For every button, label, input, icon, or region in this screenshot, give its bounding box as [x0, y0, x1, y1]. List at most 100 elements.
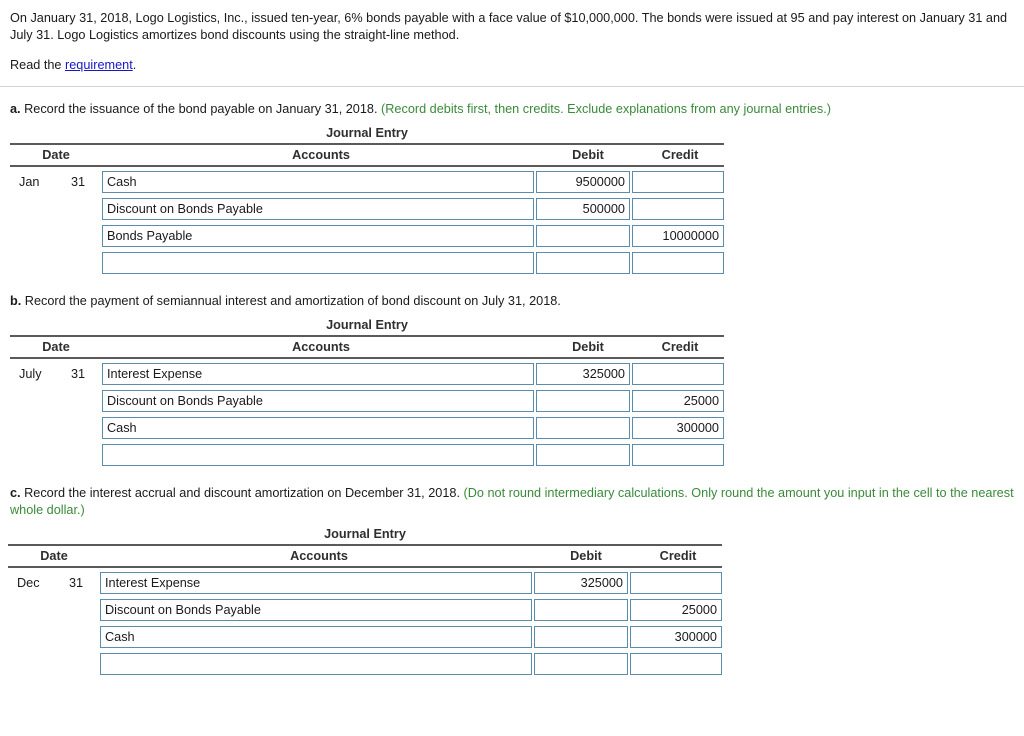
credit-input[interactable]	[630, 598, 722, 621]
credit-input[interactable]	[632, 362, 724, 385]
date-cell: Dec 31	[8, 576, 100, 590]
table-body: Dec 31	[8, 568, 722, 675]
section-prompt-text: Record the issuance of the bond payable …	[20, 101, 382, 116]
table-row	[10, 416, 724, 439]
section-label: a.	[10, 101, 21, 116]
table-row	[10, 251, 724, 274]
column-header-credit: Credit	[661, 339, 699, 354]
table-row	[8, 625, 722, 648]
journal-section-a: a. Record the issuance of the bond payab…	[0, 87, 1024, 274]
debit-input[interactable]	[536, 389, 630, 412]
debit-input[interactable]	[536, 251, 630, 274]
credit-input[interactable]	[630, 571, 722, 594]
column-header-debit: Debit	[570, 548, 602, 563]
credit-input[interactable]	[632, 224, 724, 247]
worksheet-page: On January 31, 2018, Logo Logistics, Inc…	[0, 0, 1024, 675]
account-input[interactable]	[100, 571, 532, 594]
section-prompt: a. Record the issuance of the bond payab…	[10, 87, 1014, 118]
table-body: Jan 31	[10, 167, 724, 274]
column-header-debit: Debit	[572, 147, 604, 162]
column-header-debit: Debit	[572, 339, 604, 354]
date-day: 31	[70, 174, 86, 189]
section-label: b.	[10, 293, 22, 308]
credit-input[interactable]	[632, 443, 724, 466]
journal-entry-title: Journal Entry	[326, 317, 408, 332]
credit-input[interactable]	[632, 197, 724, 220]
column-header-accounts: Accounts	[292, 339, 350, 354]
journal-entry-title: Journal Entry	[326, 125, 408, 140]
section-prompt: b. Record the payment of semiannual inte…	[10, 279, 1014, 310]
table-row	[10, 389, 724, 412]
journal-entry-table: Journal Entry Date Accounts Debit Credit Dec 3…	[8, 527, 722, 675]
table-row	[8, 598, 722, 621]
debit-input[interactable]	[536, 197, 630, 220]
column-header-credit: Credit	[661, 147, 699, 162]
journal-section-b: b. Record the payment of semiannual inte…	[0, 279, 1024, 466]
date-cell: July 31	[10, 367, 102, 381]
debit-input[interactable]	[534, 598, 628, 621]
credit-input[interactable]	[632, 251, 724, 274]
debit-input[interactable]	[534, 652, 628, 675]
date-month: Jan	[19, 174, 40, 189]
account-input[interactable]	[100, 625, 532, 648]
credit-input[interactable]	[630, 625, 722, 648]
account-input[interactable]	[102, 197, 534, 220]
column-header-date: Date	[40, 548, 68, 563]
section-prompt-text: Record the interest accrual and discount…	[20, 485, 464, 500]
section-label: c.	[10, 485, 21, 500]
debit-input[interactable]	[536, 443, 630, 466]
column-header-credit: Credit	[659, 548, 697, 563]
account-input[interactable]	[102, 224, 534, 247]
account-input[interactable]	[102, 251, 534, 274]
section-prompt: c. Record the interest accrual and disco…	[10, 471, 1014, 519]
debit-input[interactable]	[536, 170, 630, 193]
date-month: Dec	[17, 575, 40, 590]
debit-input[interactable]	[536, 416, 630, 439]
account-input[interactable]	[102, 362, 534, 385]
debit-input[interactable]	[536, 362, 630, 385]
credit-input[interactable]	[632, 416, 724, 439]
journal-section-c: c. Record the interest accrual and disco…	[0, 471, 1024, 675]
table-row: Dec 31	[8, 571, 722, 594]
problem-statement: On January 31, 2018, Logo Logistics, Inc…	[0, 0, 1024, 74]
account-input[interactable]	[100, 598, 532, 621]
column-header-accounts: Accounts	[290, 548, 348, 563]
journal-entry-table: Journal Entry Date Accounts Debit Credit July…	[10, 318, 724, 466]
table-header-row: Date Accounts Debit Credit	[8, 546, 722, 566]
sections-container: a. Record the issuance of the bond payab…	[0, 87, 1024, 675]
column-header-accounts: Accounts	[292, 147, 350, 162]
date-day: 31	[70, 366, 86, 381]
account-input[interactable]	[102, 389, 534, 412]
credit-input[interactable]	[630, 652, 722, 675]
column-header-date: Date	[42, 147, 70, 162]
account-input[interactable]	[102, 443, 534, 466]
date-month: July	[19, 366, 42, 381]
account-input[interactable]	[102, 170, 534, 193]
date-cell: Jan 31	[10, 175, 102, 189]
table-row	[10, 224, 724, 247]
journal-entry-table: Journal Entry Date Accounts Debit Credit Jan 3…	[10, 126, 724, 274]
table-body: July 31	[10, 359, 724, 466]
read-requirement-line: Read the requirement.	[10, 57, 1010, 74]
table-header-row: Date Accounts Debit Credit	[10, 337, 724, 357]
column-header-date: Date	[42, 339, 70, 354]
date-day: 31	[68, 575, 84, 590]
table-row	[10, 197, 724, 220]
table-row: July 31	[10, 362, 724, 385]
read-suffix: .	[132, 58, 137, 72]
table-row: Jan 31	[10, 170, 724, 193]
section-hint-text: (Record debits first, then credits. Excl…	[381, 101, 831, 116]
account-input[interactable]	[100, 652, 532, 675]
debit-input[interactable]	[534, 571, 628, 594]
section-prompt-text: Record the payment of semiannual interes…	[21, 293, 561, 308]
credit-input[interactable]	[632, 389, 724, 412]
account-input[interactable]	[102, 416, 534, 439]
read-prefix: Read the	[10, 58, 66, 72]
debit-input[interactable]	[536, 224, 630, 247]
table-row	[10, 443, 724, 466]
credit-input[interactable]	[632, 170, 724, 193]
requirement-link[interactable]: requirement	[65, 58, 133, 72]
table-row	[8, 652, 722, 675]
journal-entry-title: Journal Entry	[324, 526, 406, 541]
debit-input[interactable]	[534, 625, 628, 648]
